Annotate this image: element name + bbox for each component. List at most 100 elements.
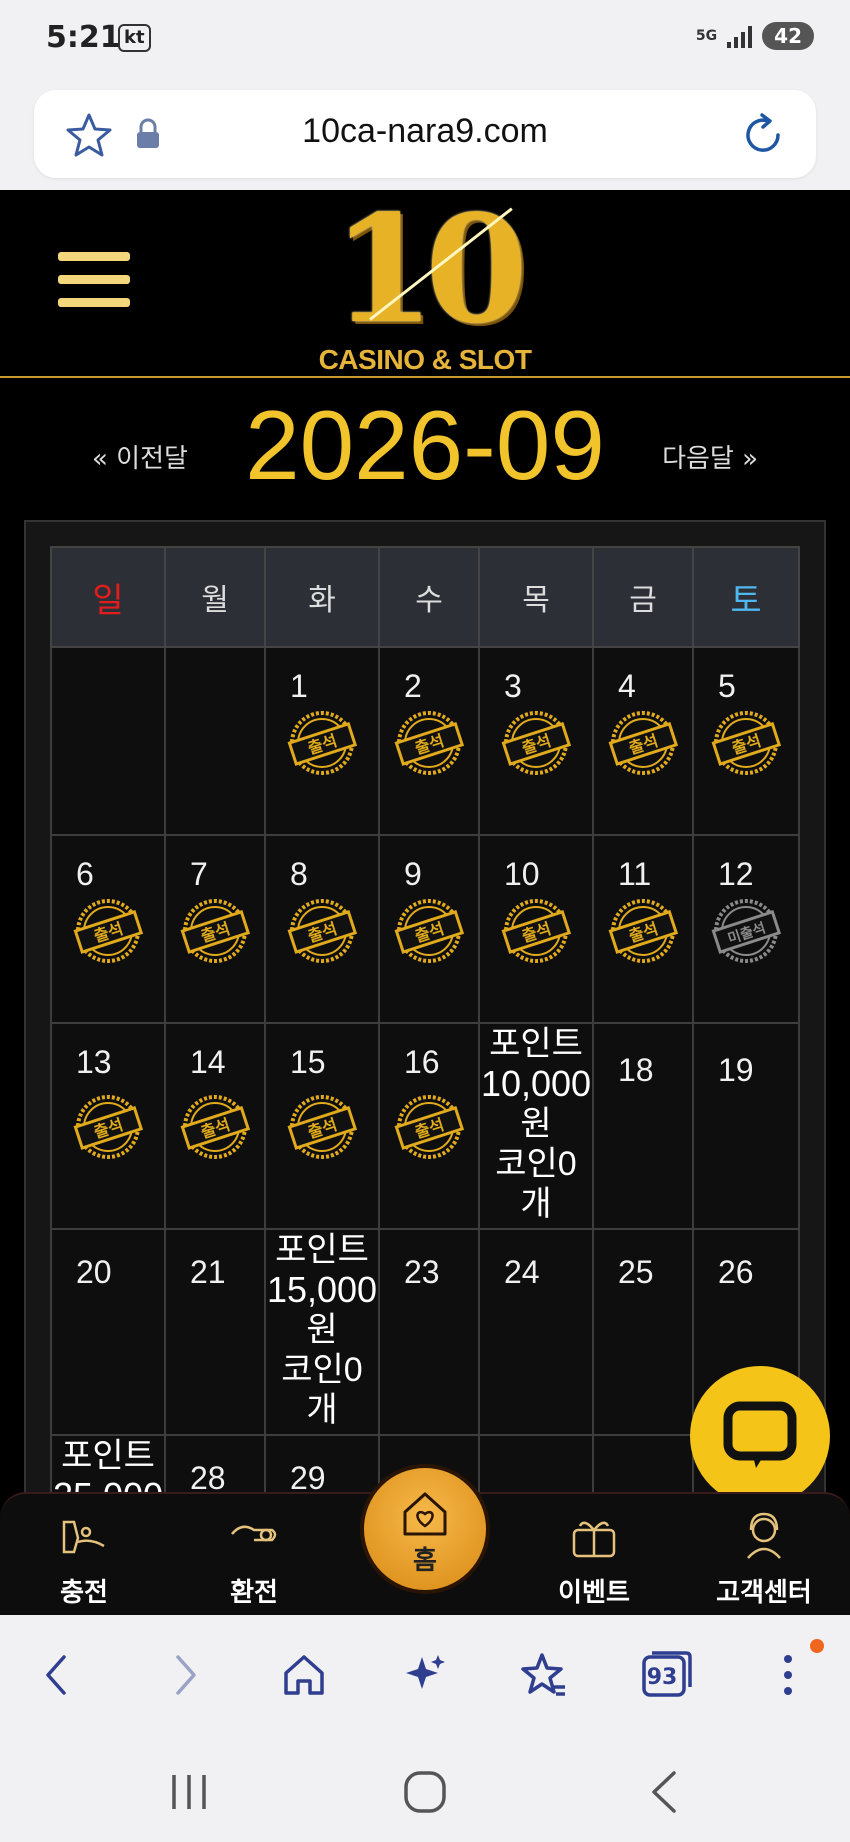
day-number: 5 (718, 668, 736, 704)
calendar-week: 20 21 포인트 15,000 원 코인0 개 23 24 25 26 (50, 1228, 800, 1436)
calendar-day: 7 출석 (164, 834, 266, 1024)
attendance-stamp-icon: 출석 (709, 706, 783, 780)
battery-indicator: 42 (762, 22, 814, 50)
nav-home-label: 홈 (413, 1546, 437, 1576)
calendar-day: 13 출석 (50, 1022, 166, 1230)
weekday-wed: 수 (378, 546, 480, 648)
day-number: 20 (76, 1254, 112, 1290)
more-menu-icon[interactable] (762, 1649, 814, 1701)
home-heart-icon (403, 1492, 447, 1536)
address-bar[interactable]: 10ca-nara9.com (34, 90, 816, 178)
tab-count: 93 (646, 1665, 678, 1690)
calendar-day: 5 출석 (692, 646, 800, 836)
day-number: 11 (618, 856, 652, 892)
month-navigation: « 이전달 2026-09 다음달 » (0, 386, 850, 506)
calendar-table: 일 월 화 수 목 금 토 1 출석 2 출석 3 출석 4 출석 5 출석 6… (50, 546, 800, 1586)
calendar-week: 6 출석 7 출석 8 출석 9 출석 10 출석 11 출석 12 미출석 (50, 834, 800, 1024)
support-agent-icon (747, 1512, 781, 1559)
reward-text: 포인트 10,000 원 코인0 개 (480, 1024, 592, 1224)
reward-label: 포인트 (61, 1437, 155, 1475)
attendance-stamp-icon: 출석 (178, 894, 252, 968)
attendance-stamp-icon: 출석 (71, 894, 145, 968)
forward-icon[interactable] (158, 1649, 210, 1701)
calendar-day-reward: 포인트 10,000 원 코인0 개 (478, 1022, 594, 1230)
day-number: 26 (718, 1254, 754, 1290)
browser-toolbar: 93 (0, 1615, 850, 1735)
attendance-stamp-icon: 출석 (392, 894, 466, 968)
system-navigation (0, 1735, 850, 1842)
weekday-header-row: 일 월 화 수 목 금 토 (50, 546, 800, 648)
notification-dot (810, 1639, 824, 1653)
nav-support[interactable]: 고객센터 (704, 1508, 824, 1609)
calendar-day: 8 출석 (264, 834, 380, 1024)
signal-icon (727, 24, 753, 48)
weekday-sat: 토 (692, 546, 800, 648)
chat-button[interactable] (690, 1366, 830, 1506)
calendar-day: 16 출석 (378, 1022, 480, 1230)
weekday-tue: 화 (264, 546, 380, 648)
day-number: 2 (404, 668, 422, 704)
weekday-thu: 목 (478, 546, 594, 648)
system-back-icon[interactable] (640, 1767, 690, 1817)
site-header: 10 CASINO & SLOT (0, 190, 850, 378)
url-text[interactable]: 10ca-nara9.com (34, 112, 816, 151)
home-icon[interactable] (278, 1649, 330, 1701)
calendar-day: 18 (592, 1022, 694, 1230)
calendar-day: 11 출석 (592, 834, 694, 1024)
calendar-week: 1 출석 2 출석 3 출석 4 출석 5 출석 (50, 646, 800, 836)
weekday-mon: 월 (164, 546, 266, 648)
reward-coin: 코인0 (495, 1145, 577, 1183)
tabs-button[interactable]: 93 (640, 1649, 692, 1701)
site-viewport: 10 CASINO & SLOT « 이전달 2026-09 다음달 » 일 월… (0, 190, 850, 1615)
calendar-day: 19 (692, 1022, 800, 1230)
calendar-day: 24 (478, 1228, 594, 1436)
day-number: 3 (504, 668, 522, 704)
day-number: 24 (504, 1254, 540, 1290)
calendar-day: 14 출석 (164, 1022, 266, 1230)
withdraw-icon (231, 1525, 277, 1542)
attendance-stamp-icon: 출석 (285, 1090, 359, 1164)
reload-icon[interactable] (738, 110, 788, 160)
home-circle-icon[interactable] (400, 1767, 450, 1817)
calendar-day: 4 출석 (592, 646, 694, 836)
nav-event[interactable]: 이벤트 (534, 1508, 654, 1609)
attendance-stamp-icon: 출석 (606, 894, 680, 968)
calendar-day: 9 출석 (378, 834, 480, 1024)
attendance-stamp-icon: 출석 (392, 706, 466, 780)
calendar-day: 20 (50, 1228, 166, 1436)
reward-unit: 원 (306, 1311, 338, 1349)
sparkle-icon[interactable] (398, 1649, 450, 1701)
recent-apps-icon[interactable] (164, 1767, 214, 1817)
nav-withdraw-label: 환전 (230, 1578, 278, 1608)
site-bottom-nav: 충전 환전 홈 이벤트 고객센터 (0, 1464, 850, 1615)
weekday-fri: 금 (592, 546, 694, 648)
nav-deposit[interactable]: 충전 (24, 1508, 144, 1609)
gift-icon (572, 1521, 616, 1558)
day-number: 1 (290, 668, 308, 704)
nav-home[interactable]: 홈 (360, 1464, 490, 1594)
day-number: 10 (504, 856, 540, 892)
calendar-day: 3 출석 (478, 646, 594, 836)
reward-text: 포인트 15,000 원 코인0 개 (266, 1230, 378, 1430)
network-type: 5G (695, 28, 718, 44)
menu-icon[interactable] (58, 252, 130, 312)
status-bar: 5:21 kt 5G 42 (0, 0, 850, 80)
calendar-day: 21 (164, 1228, 266, 1436)
next-month-link[interactable]: 다음달 » (662, 438, 758, 475)
calendar-day: 1 출석 (264, 646, 380, 836)
bookmarks-star-icon[interactable] (518, 1649, 570, 1701)
nav-deposit-label: 충전 (60, 1578, 108, 1608)
back-icon[interactable] (32, 1649, 84, 1701)
carrier-badge: kt (118, 24, 151, 52)
attendance-stamp-icon: 출석 (499, 894, 573, 968)
day-number: 14 (190, 1044, 226, 1080)
calendar-empty-cell (50, 646, 166, 836)
attendance-stamp-icon: 출석 (499, 706, 573, 780)
calendar-week: 13 출석 14 출석 15 출석 16 출석 포인트 10,000 원 코인0 개 1… (50, 1022, 800, 1230)
day-number: 7 (190, 856, 208, 892)
attendance-stamp-icon: 출석 (285, 706, 359, 780)
day-number: 19 (718, 1052, 754, 1088)
site-logo[interactable]: 10 CASINO & SLOT (300, 194, 550, 376)
nav-withdraw[interactable]: 환전 (194, 1508, 314, 1609)
calendar-day: 23 (378, 1228, 480, 1436)
